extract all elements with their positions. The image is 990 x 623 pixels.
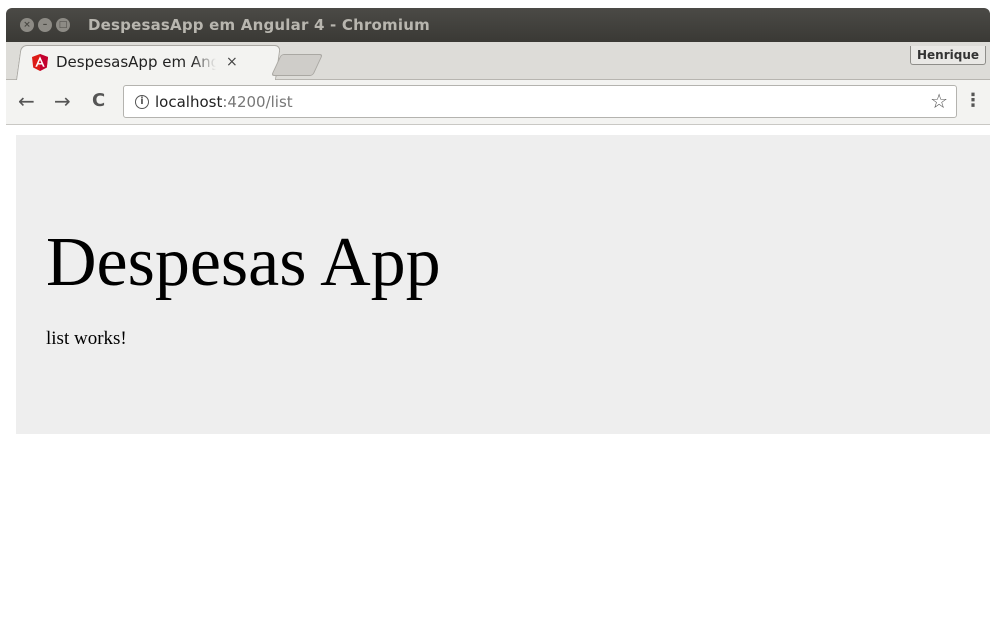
bookmark-star-icon[interactable]: ☆	[930, 89, 948, 113]
url-host: localhost	[155, 92, 223, 111]
url-text[interactable]: localhost:4200/list	[155, 93, 293, 111]
minimize-icon: –	[42, 19, 48, 30]
url-path: :4200/list	[222, 92, 293, 111]
maximize-icon: □	[58, 19, 68, 30]
angular-icon	[32, 53, 48, 71]
tab-strip: DespesasApp em Angular 4 × Henrique	[6, 42, 990, 80]
page-title: Despesas App	[46, 224, 441, 301]
tab-close-icon[interactable]: ×	[226, 54, 238, 70]
window-close-button[interactable]: ×	[20, 18, 34, 32]
profile-button[interactable]: Henrique	[909, 46, 986, 65]
window-titlebar: × – □ DespesasApp em Angular 4 - Chromiu…	[6, 8, 990, 42]
new-tab-button[interactable]	[270, 54, 324, 76]
reload-icon[interactable]: C	[92, 89, 105, 113]
forward-arrow-icon[interactable]: →	[54, 89, 71, 113]
window-maximize-button[interactable]: □	[56, 18, 70, 32]
page-text: list works!	[46, 328, 127, 349]
back-arrow-icon[interactable]: ←	[18, 89, 35, 113]
close-icon: ×	[23, 19, 31, 30]
browser-toolbar: ← → C i localhost:4200/list ☆ ⋮	[6, 80, 990, 125]
menu-icon[interactable]: ⋮	[964, 90, 982, 112]
address-bar[interactable]: i localhost:4200/list ☆	[123, 85, 957, 118]
tab-active[interactable]: DespesasApp em Angular 4 ×	[32, 50, 272, 74]
tab-title: DespesasApp em Angular 4	[56, 53, 216, 71]
info-icon[interactable]: i	[135, 94, 149, 109]
window-title: DespesasApp em Angular 4 - Chromium	[88, 16, 430, 34]
window-minimize-button[interactable]: –	[38, 18, 52, 32]
jumbotron: Despesas App list works!	[16, 135, 990, 434]
